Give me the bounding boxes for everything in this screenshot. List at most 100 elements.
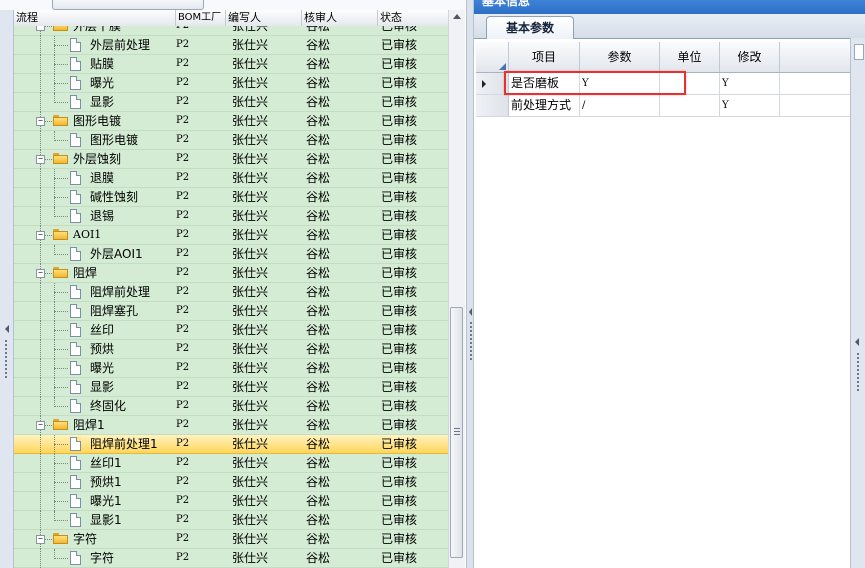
bom-factory-cell[interactable]: P2 — [176, 378, 189, 396]
status-cell[interactable]: 已审核 — [381, 397, 417, 415]
scroll-up-arrow-icon[interactable] — [453, 14, 461, 19]
bom-factory-cell[interactable]: P2 — [176, 26, 189, 35]
status-cell[interactable]: 已审核 — [381, 169, 417, 187]
param-unit-cell[interactable] — [660, 95, 720, 116]
param-item-cell[interactable]: 前处理方式 — [509, 95, 580, 116]
tree-item-row[interactable]: 图形电镀 P2 张仕兴 谷松 已审核 — [14, 131, 448, 150]
reviewer-cell[interactable]: 谷松 — [306, 302, 330, 320]
tab-basic-params[interactable]: 基本参数 — [486, 16, 574, 39]
bom-factory-cell[interactable]: P2 — [176, 245, 189, 263]
collapse-toggle-icon[interactable]: − — [36, 155, 45, 164]
toolbar-button[interactable] — [52, 0, 204, 10]
status-cell[interactable]: 已审核 — [381, 112, 417, 130]
author-cell[interactable]: 张仕兴 — [232, 473, 268, 491]
status-cell[interactable]: 已审核 — [381, 378, 417, 396]
tree-item-row[interactable]: 显影 P2 张仕兴 谷松 已审核 — [14, 378, 448, 397]
author-cell[interactable]: 张仕兴 — [232, 207, 268, 225]
status-cell[interactable]: 已审核 — [381, 340, 417, 358]
tree-item-row[interactable]: 贴膜 P2 张仕兴 谷松 已审核 — [14, 55, 448, 74]
status-cell[interactable]: 已审核 — [381, 492, 417, 510]
status-cell[interactable]: 已审核 — [381, 26, 417, 35]
status-cell[interactable]: 已审核 — [381, 245, 417, 263]
author-cell[interactable]: 张仕兴 — [232, 169, 268, 187]
column-header-bom-factory[interactable]: BOM工厂 — [176, 10, 226, 26]
author-cell[interactable]: 张仕兴 — [232, 55, 268, 73]
author-cell[interactable]: 张仕兴 — [232, 435, 268, 453]
tree-item-row[interactable]: 预烘1 P2 张仕兴 谷松 已审核 — [14, 473, 448, 492]
author-cell[interactable]: 张仕兴 — [232, 302, 268, 320]
status-cell[interactable]: 已审核 — [381, 131, 417, 149]
bom-factory-cell[interactable]: P2 — [176, 511, 189, 529]
author-cell[interactable]: 张仕兴 — [232, 245, 268, 263]
reviewer-cell[interactable]: 谷松 — [306, 169, 330, 187]
bom-factory-cell[interactable]: P2 — [176, 340, 189, 358]
bom-factory-cell[interactable]: P2 — [176, 549, 189, 567]
tree-item-row[interactable]: 字符 P2 张仕兴 谷松 已审核 — [14, 549, 448, 568]
bom-factory-cell[interactable]: P2 — [176, 530, 189, 548]
splitter-arrow-icon[interactable] — [469, 308, 472, 316]
tree-item-row[interactable]: 外层AOI1 P2 张仕兴 谷松 已审核 — [14, 245, 448, 264]
reviewer-cell[interactable]: 谷松 — [306, 112, 330, 130]
tree-item-row[interactable]: 曝光 P2 张仕兴 谷松 已审核 — [14, 359, 448, 378]
pane-splitter[interactable] — [466, 0, 474, 568]
tree-item-row[interactable]: 曝光1 P2 张仕兴 谷松 已审核 — [14, 492, 448, 511]
reviewer-cell[interactable]: 谷松 — [306, 93, 330, 111]
reviewer-cell[interactable]: 谷松 — [306, 131, 330, 149]
author-cell[interactable]: 张仕兴 — [232, 530, 268, 548]
status-cell[interactable]: 已审核 — [381, 435, 417, 453]
left-collapse-rail[interactable] — [0, 10, 14, 568]
collapse-toggle-icon[interactable]: − — [36, 535, 45, 544]
reviewer-cell[interactable]: 谷松 — [306, 150, 330, 168]
bom-factory-cell[interactable]: P2 — [176, 454, 189, 472]
reviewer-cell[interactable]: 谷松 — [306, 36, 330, 54]
status-cell[interactable]: 已审核 — [381, 454, 417, 472]
status-cell[interactable]: 已审核 — [381, 473, 417, 491]
vertical-scrollbar[interactable] — [448, 10, 465, 568]
bom-factory-cell[interactable]: P2 — [176, 36, 189, 54]
reviewer-cell[interactable]: 谷松 — [306, 549, 330, 567]
collapse-toggle-icon[interactable]: − — [36, 421, 45, 430]
scrollbar-thumb[interactable] — [450, 307, 463, 558]
tree-item-row[interactable]: 外层前处理 P2 张仕兴 谷松 已审核 — [14, 36, 448, 55]
status-cell[interactable]: 已审核 — [381, 511, 417, 529]
bom-factory-cell[interactable]: P2 — [176, 74, 189, 92]
status-cell[interactable]: 已审核 — [381, 359, 417, 377]
bom-factory-cell[interactable]: P2 — [176, 435, 189, 453]
author-cell[interactable]: 张仕兴 — [232, 454, 268, 472]
collapse-toggle-icon[interactable]: − — [36, 26, 45, 31]
column-header-flow[interactable]: 流程 — [14, 10, 176, 26]
status-cell[interactable]: 已审核 — [381, 188, 417, 206]
author-cell[interactable]: 张仕兴 — [232, 131, 268, 149]
row-header[interactable] — [476, 95, 509, 116]
status-cell[interactable]: 已审核 — [381, 549, 417, 567]
tree-item-row[interactable]: 退锡 P2 张仕兴 谷松 已审核 — [14, 207, 448, 226]
tree-item-row[interactable]: 丝印 P2 张仕兴 谷松 已审核 — [14, 321, 448, 340]
author-cell[interactable]: 张仕兴 — [232, 226, 268, 244]
bom-factory-cell[interactable]: P2 — [176, 169, 189, 187]
status-cell[interactable]: 已审核 — [381, 226, 417, 244]
row-header[interactable] — [476, 73, 509, 94]
collapse-toggle-icon[interactable]: − — [36, 117, 45, 126]
status-cell[interactable]: 已审核 — [381, 74, 417, 92]
reviewer-cell[interactable]: 谷松 — [306, 397, 330, 415]
tree-folder-row[interactable]: − 阻焊1 P2 张仕兴 谷松 已审核 — [14, 416, 448, 435]
param-unit-cell[interactable] — [660, 73, 720, 94]
column-header-status[interactable]: 状态 — [378, 10, 448, 26]
author-cell[interactable]: 张仕兴 — [232, 378, 268, 396]
bom-factory-cell[interactable]: P2 — [176, 492, 189, 510]
bom-factory-cell[interactable]: P2 — [176, 93, 189, 111]
author-cell[interactable]: 张仕兴 — [232, 340, 268, 358]
reviewer-cell[interactable]: 谷松 — [306, 26, 330, 35]
tree-item-row[interactable]: 曝光 P2 张仕兴 谷松 已审核 — [14, 74, 448, 93]
reviewer-cell[interactable]: 谷松 — [306, 226, 330, 244]
reviewer-cell[interactable]: 谷松 — [306, 283, 330, 301]
tree-item-row[interactable]: 退膜 P2 张仕兴 谷松 已审核 — [14, 169, 448, 188]
bom-factory-cell[interactable]: P2 — [176, 226, 189, 244]
column-header-reviewer[interactable]: 核审人 — [302, 10, 378, 26]
reviewer-cell[interactable]: 谷松 — [306, 55, 330, 73]
author-cell[interactable]: 张仕兴 — [232, 492, 268, 510]
reviewer-cell[interactable]: 谷松 — [306, 473, 330, 491]
bom-factory-cell[interactable]: P2 — [176, 359, 189, 377]
tree-folder-row[interactable]: − 字符 P2 张仕兴 谷松 已审核 — [14, 530, 448, 549]
bom-factory-cell[interactable]: P2 — [176, 473, 189, 491]
